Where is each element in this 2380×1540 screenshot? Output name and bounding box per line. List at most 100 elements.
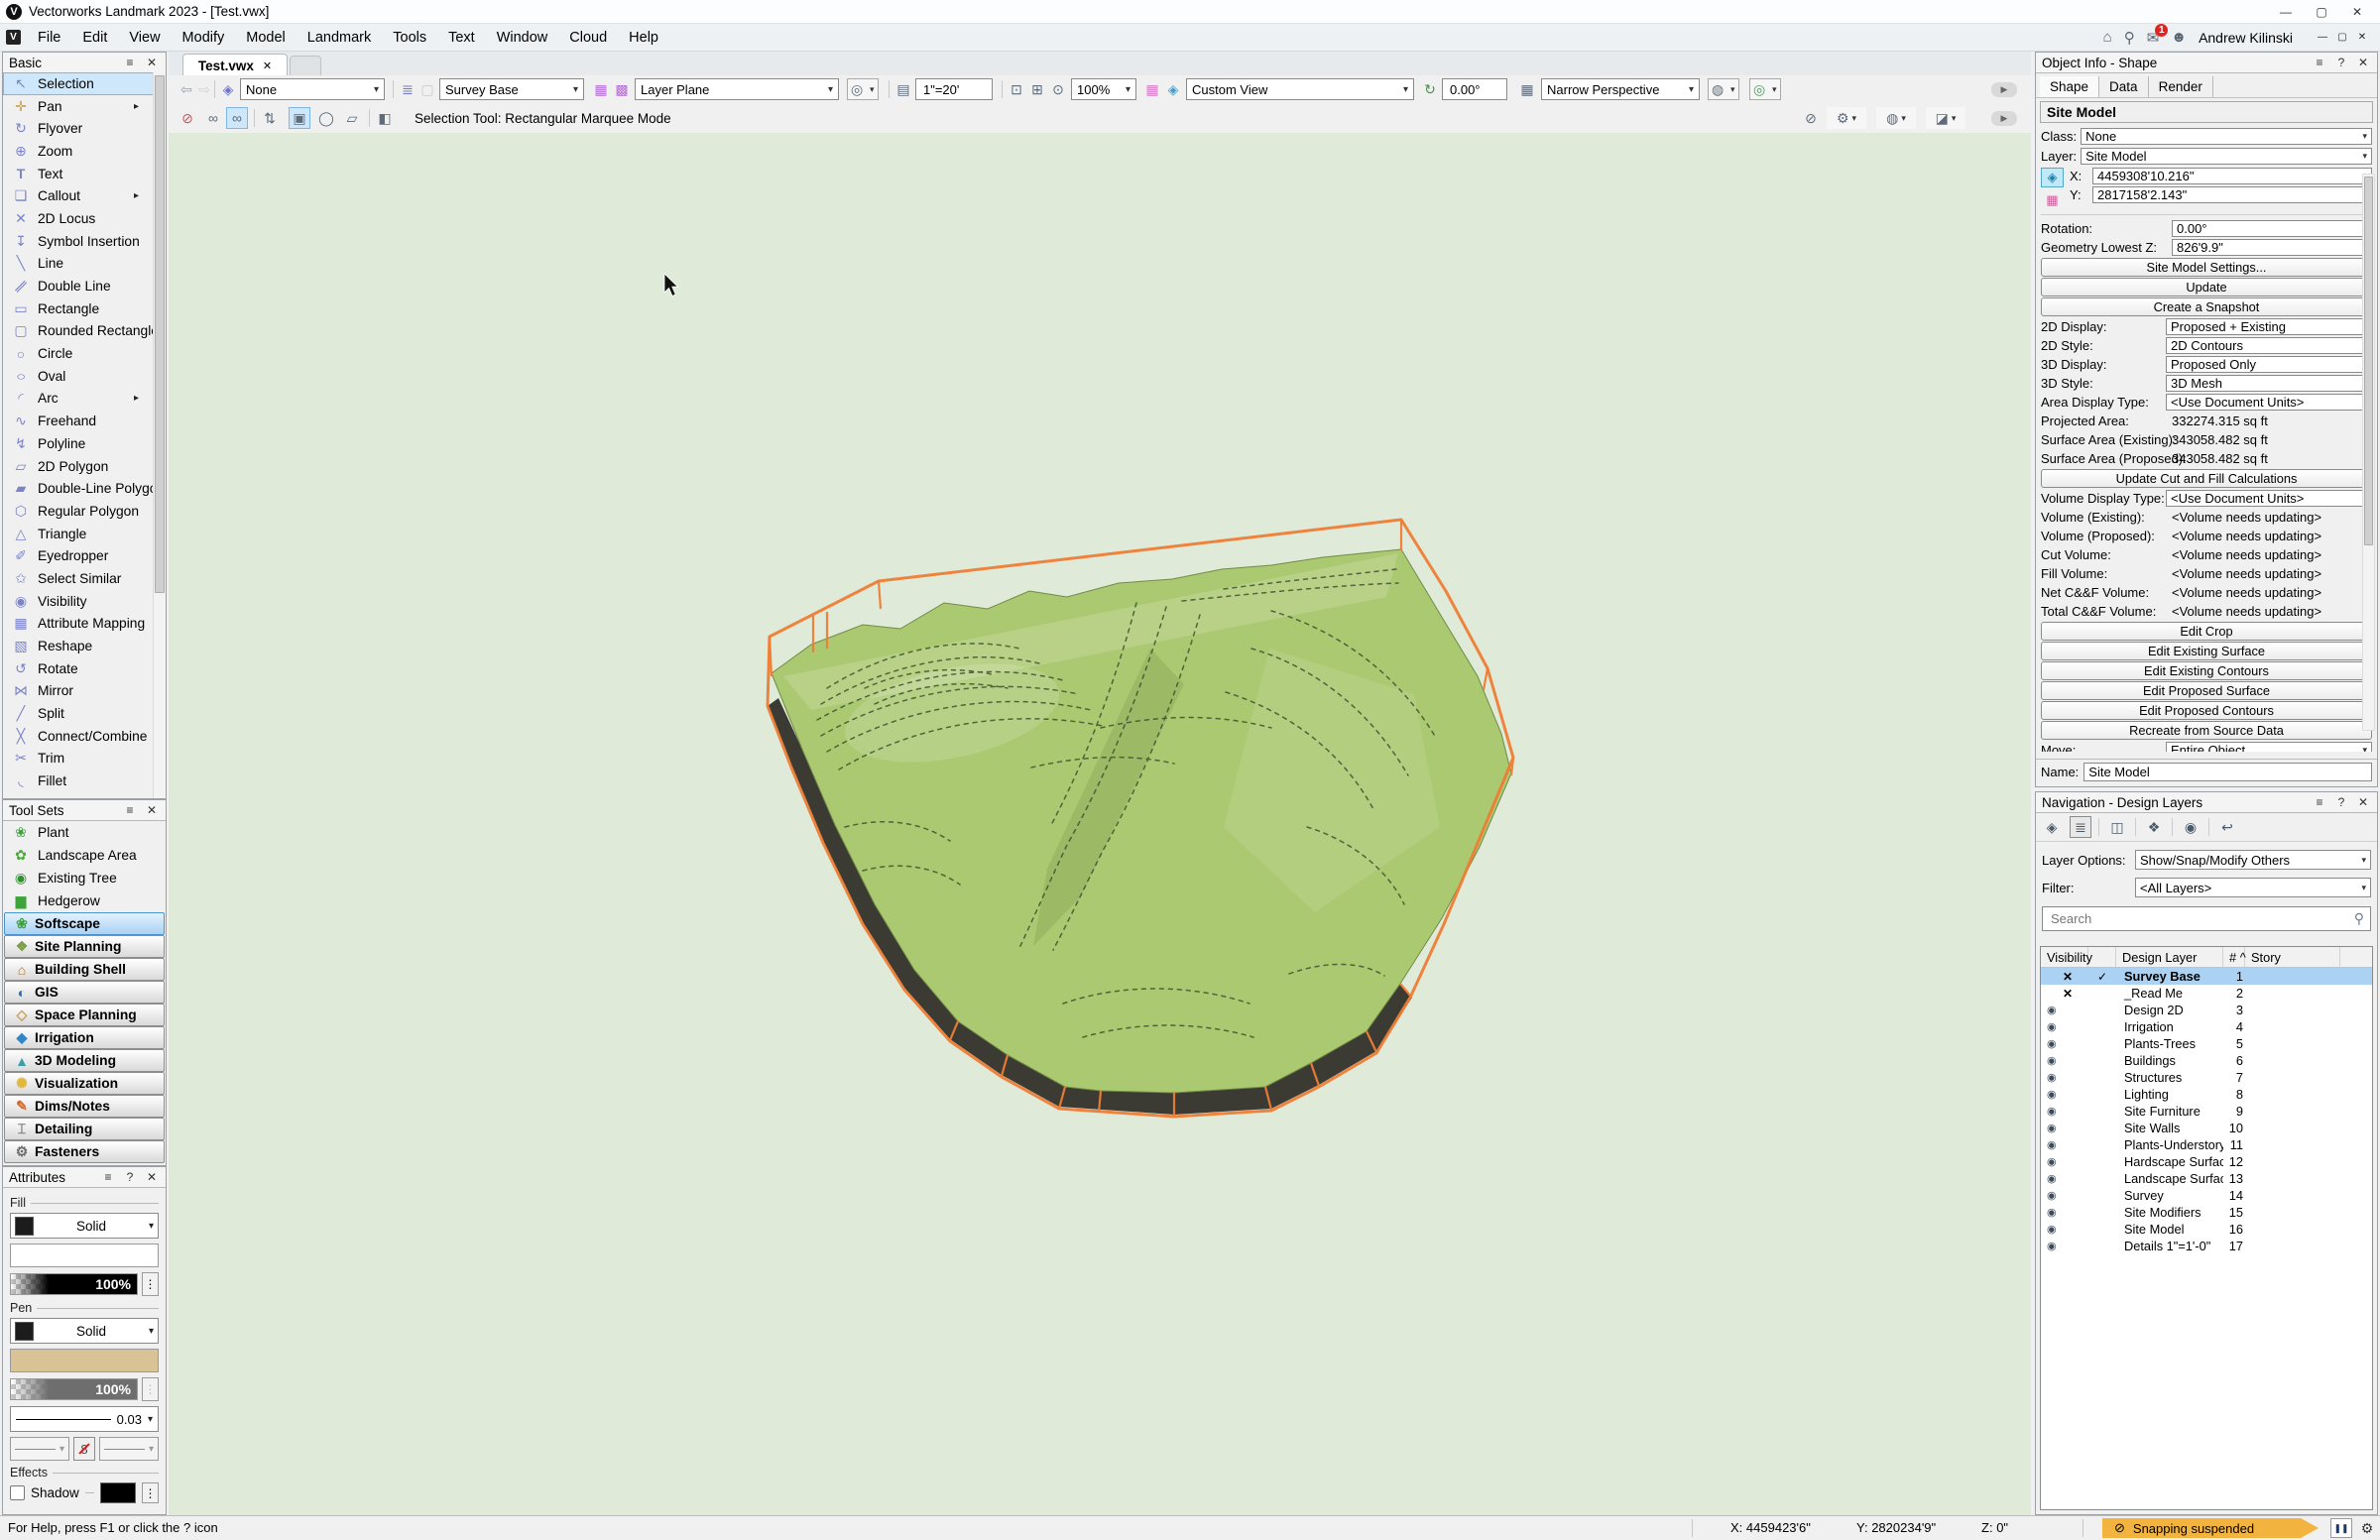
layer-row[interactable]: ◉ Site Furniture 9 <box>2041 1103 2372 1120</box>
edit-button[interactable]: Edit Proposed Surface <box>2041 681 2372 700</box>
tool-set-group-button[interactable]: Dims/Notes <box>4 1095 165 1118</box>
pen-color-bar[interactable] <box>10 1349 159 1372</box>
visibility-eye-icon[interactable]: ◉ <box>2041 1223 2057 1236</box>
layer-row[interactable]: ◉ Site Modifiers 15 <box>2041 1204 2372 1221</box>
tool-item[interactable]: Oval <box>3 365 154 388</box>
visibility-x-mark[interactable]: ✕ <box>2041 970 2073 984</box>
visibility-eye-icon[interactable]: ◉ <box>2041 1240 2057 1252</box>
tool-item[interactable]: 2D Locus <box>3 207 154 230</box>
current-view-dropdown[interactable]: Custom View <box>1186 78 1414 100</box>
menu-item[interactable]: Edit <box>71 24 118 52</box>
tool-item[interactable]: Freehand <box>3 410 154 432</box>
tool-item[interactable]: Attribute Mapping <box>3 613 154 636</box>
document-tab[interactable]: Test.vwx ✕ <box>182 54 288 76</box>
render-options-button[interactable]: ◎ <box>1749 78 1781 100</box>
visibility-eye-icon[interactable]: ◉ <box>2041 1155 2057 1168</box>
view-rotation-field[interactable] <box>1442 78 1507 100</box>
menu-item[interactable]: Cloud <box>558 24 618 52</box>
tool-item[interactable]: Rectangle <box>3 297 154 320</box>
snapping-suspended-badge[interactable]: ⊘ Snapping suspended <box>2102 1518 2319 1538</box>
tool-item[interactable]: Symbol Insertion <box>3 230 154 253</box>
render-mode-button[interactable]: ◍ <box>1708 78 1739 100</box>
display-row-dropdown[interactable]: Proposed + Existing <box>2166 318 2372 335</box>
class-dropdown[interactable]: None <box>2081 128 2372 145</box>
display-row-dropdown[interactable]: 3D Mesh <box>2166 375 2372 392</box>
polygon-marquee-mode-icon[interactable]: ▱ <box>341 107 363 129</box>
layer-row[interactable]: ◉ Design 2D 3 <box>2041 1002 2372 1018</box>
display-row-dropdown[interactable]: Proposed Only <box>2166 356 2372 373</box>
pen-style-dropdown[interactable]: Solid ▾ <box>10 1318 159 1344</box>
edit-button[interactable]: Edit Existing Surface <box>2041 642 2372 660</box>
menu-item[interactable]: Tools <box>382 24 437 52</box>
y-coordinate-field[interactable]: 2817158'2.143" <box>2092 186 2372 203</box>
geometry-lowest-z-field[interactable]: 826'9.9" <box>2172 239 2372 256</box>
palette-help-icon[interactable]: ? <box>2333 56 2349 69</box>
shadow-checkbox[interactable] <box>10 1485 25 1500</box>
smartcursor-settings-button[interactable]: ⚙ <box>1827 107 1866 129</box>
show-3d-axes-button[interactable]: ◪ <box>1926 107 1965 129</box>
layers-icon[interactable]: ≣ <box>398 78 417 100</box>
selection-options-icon[interactable]: ◧ <box>374 107 396 129</box>
site-model-action-button[interactable]: Update <box>2041 278 2372 296</box>
palette-menu-icon[interactable]: ≡ <box>122 803 138 817</box>
tool-item[interactable]: Arc ▸ <box>3 388 154 411</box>
projection-dropdown[interactable]: Narrow Perspective <box>1541 78 1700 100</box>
line-end-marker-dropdown[interactable]: ▾ <box>99 1437 159 1461</box>
menu-item[interactable]: Modify <box>172 24 236 52</box>
search-icon[interactable]: ⚲ <box>2124 29 2135 47</box>
edit-button[interactable]: Recreate from Source Data <box>2041 721 2372 740</box>
palette-close-icon[interactable]: ✕ <box>2355 795 2371 809</box>
move-by-points-icon[interactable]: ⇅ <box>259 107 281 129</box>
tool-item[interactable]: Connect/Combine <box>3 725 154 748</box>
move-dropdown[interactable]: Entire Object <box>2166 742 2372 752</box>
design-layer-column-header[interactable]: Design Layer <box>2116 947 2223 967</box>
references-tab-icon[interactable]: ↩ <box>2216 816 2238 838</box>
automatic-plane-icon[interactable]: ▩ <box>612 78 632 100</box>
menu-item[interactable]: View <box>118 24 171 52</box>
tool-item[interactable]: Double Line <box>3 275 154 297</box>
active-column-header[interactable] <box>2088 947 2116 967</box>
interactive-scaling-single-icon[interactable]: ∞ <box>202 107 224 129</box>
fill-color-bar[interactable] <box>10 1244 159 1267</box>
saved-views-dropdown[interactable]: None <box>240 78 385 100</box>
tool-set-group-button[interactable]: Site Planning <box>4 935 165 958</box>
tool-item[interactable]: Regular Polygon <box>3 500 154 523</box>
marker-disabled-icon[interactable]: 8 <box>73 1437 95 1461</box>
edit-button[interactable]: Edit Existing Contours <box>2041 661 2372 680</box>
tool-item[interactable]: Mirror <box>3 680 154 703</box>
site-model-action-button[interactable]: Create a Snapshot <box>2041 297 2372 316</box>
classes-tab-icon[interactable]: ❖ <box>2143 816 2165 838</box>
layer-row[interactable]: ◉ Structures 7 <box>2041 1069 2372 1086</box>
shadow-options-button[interactable]: ⋮ <box>142 1482 159 1503</box>
tool-item[interactable]: Select Similar <box>3 567 154 590</box>
palette-menu-icon[interactable]: ≡ <box>122 56 138 69</box>
menu-item[interactable]: Landmark <box>297 24 382 52</box>
palette-close-icon[interactable]: ✕ <box>144 56 160 69</box>
tool-item[interactable]: Flyover <box>3 117 154 140</box>
layer-row[interactable]: ◉ Landscape Surfaces 13 <box>2041 1170 2372 1187</box>
menu-item[interactable]: Text <box>437 24 486 52</box>
menu-item[interactable]: File <box>27 24 71 52</box>
forward-arrow-icon[interactable]: ⇨ <box>194 78 214 100</box>
mdi-close-button[interactable]: ✕ <box>2354 32 2370 43</box>
saved-views-icon[interactable]: ◈ <box>218 78 238 100</box>
sheet-layers-tab-icon[interactable]: ◫ <box>2106 816 2128 838</box>
unified-view-options-button[interactable]: ◎ <box>847 78 879 100</box>
visibility-eye-icon[interactable]: ◉ <box>2041 1037 2057 1050</box>
mdi-restore-button[interactable]: ▢ <box>2334 32 2350 43</box>
tool-item[interactable]: Hedgerow <box>3 889 166 912</box>
layer-options-dropdown[interactable]: Show/Snap/Modify Others <box>2135 850 2371 870</box>
rectangular-marquee-mode-icon[interactable]: ▣ <box>289 107 310 129</box>
home-icon[interactable]: ⌂ <box>2103 29 2112 46</box>
layer-row[interactable]: ◉ Irrigation 4 <box>2041 1018 2372 1035</box>
layer-row[interactable]: ◉ Details 1"=1'-0" 17 <box>2041 1238 2372 1254</box>
shadow-color-swatch[interactable] <box>100 1482 136 1503</box>
object-info-tab[interactable]: Shape <box>2040 76 2099 97</box>
snap-loupe-icon[interactable]: ⊘ <box>1800 107 1822 129</box>
fit-to-objects-icon[interactable]: ⊡ <box>1007 78 1026 100</box>
render-settings-button[interactable]: ◍ <box>1876 107 1916 129</box>
layer-row[interactable]: ◉ Survey 14 <box>2041 1187 2372 1204</box>
reference-grid-icon[interactable]: ▦ <box>1517 78 1537 100</box>
tool-item[interactable]: Line <box>3 253 154 276</box>
fill-style-dropdown[interactable]: Solid ▾ <box>10 1213 159 1239</box>
